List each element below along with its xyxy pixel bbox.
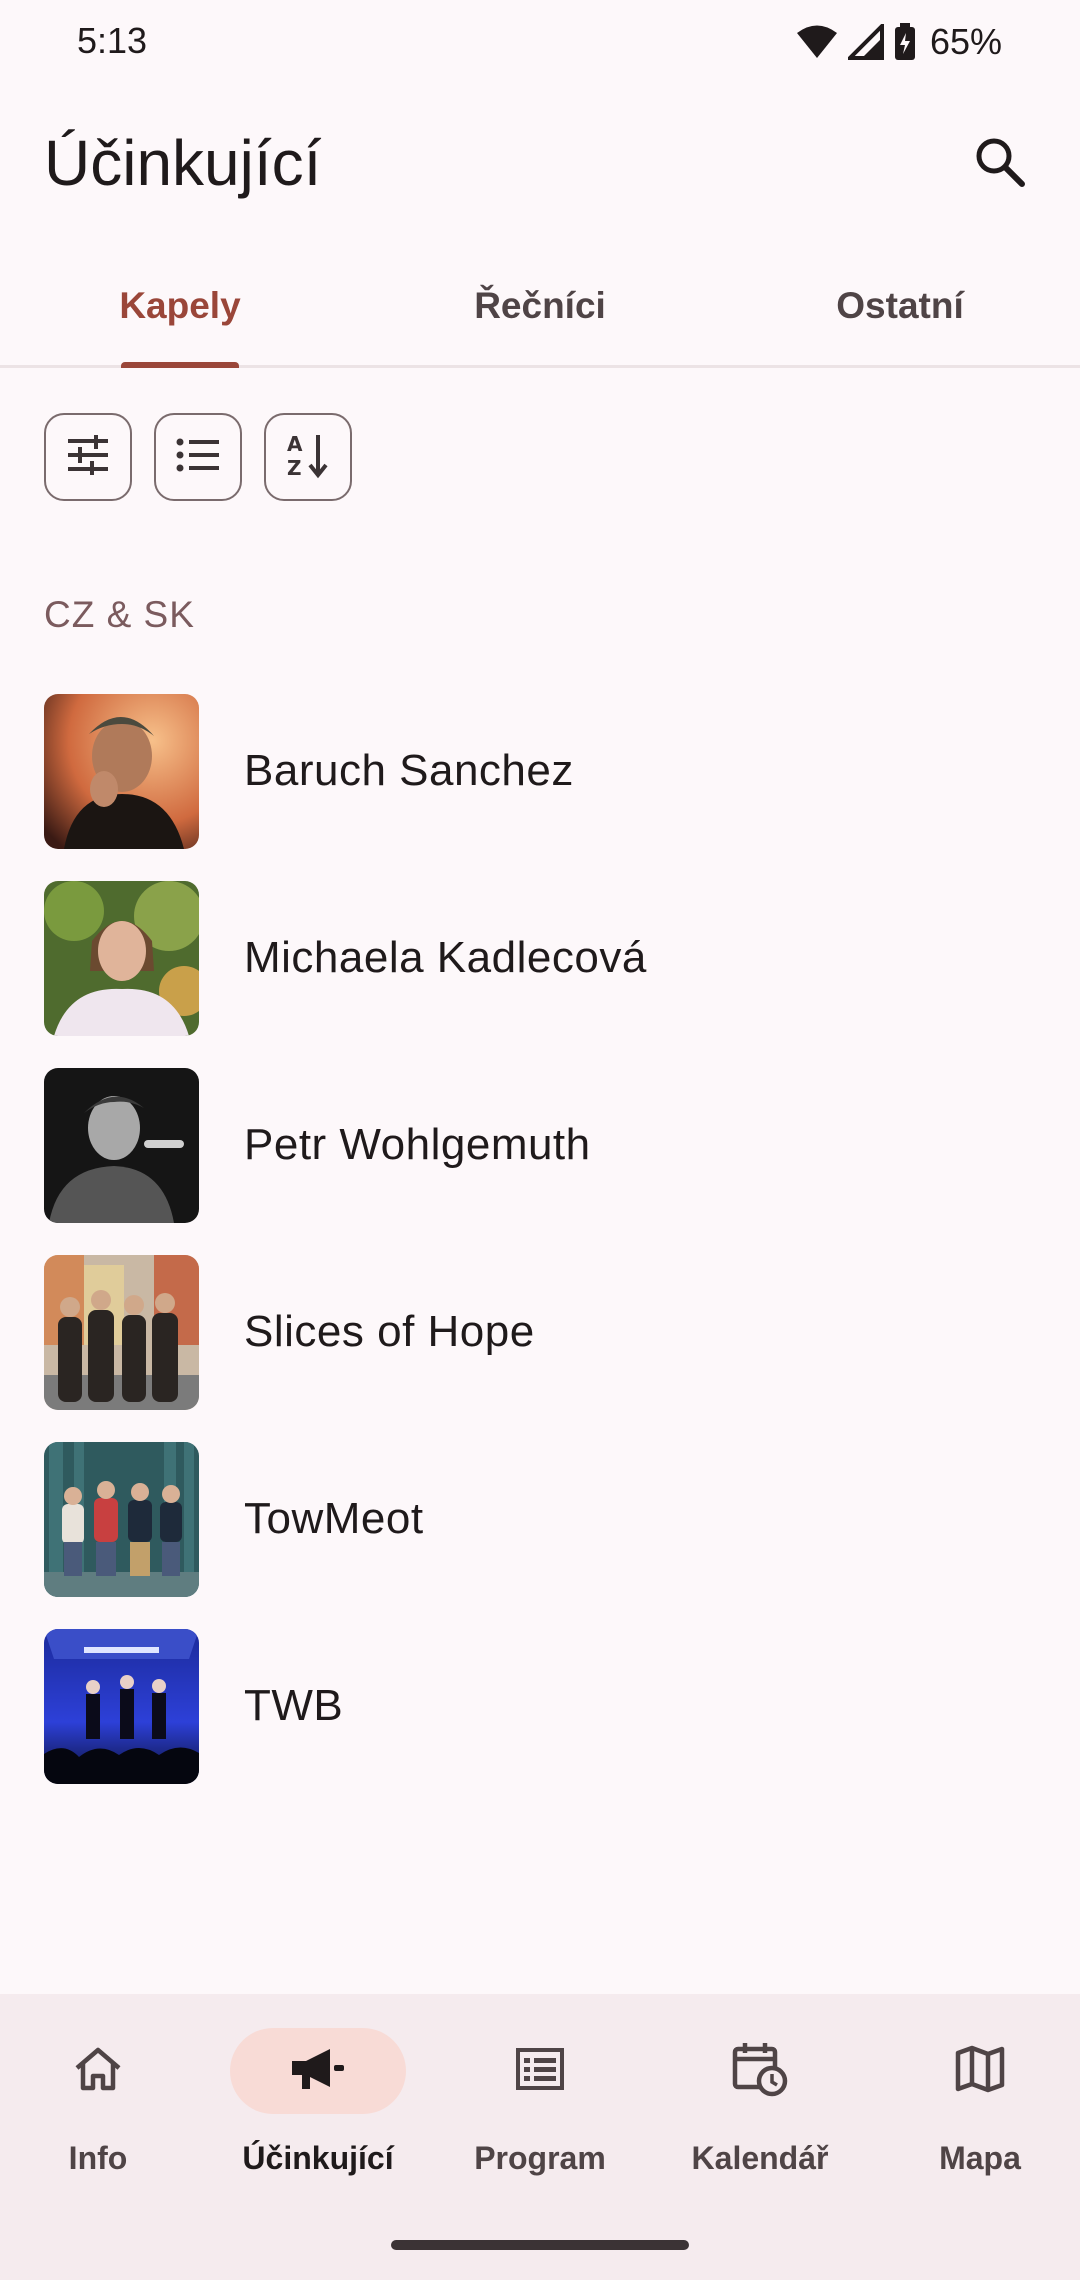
nav-label: Účinkující: [242, 2140, 394, 2176]
tune-icon: [66, 432, 110, 480]
nav-item-info[interactable]: Info: [0, 2028, 208, 2178]
nav-label: Program: [474, 2140, 606, 2176]
filter-button[interactable]: [44, 413, 132, 501]
tab-recnici[interactable]: Řečníci: [360, 244, 720, 368]
nav-item-ucinkujici[interactable]: Účinkující: [208, 2028, 428, 2178]
wifi-icon: [796, 24, 838, 60]
list-alt-icon: [516, 2047, 564, 2095]
nav-label: Kalendář: [691, 2140, 829, 2176]
sort-button[interactable]: A Z: [264, 413, 352, 501]
active-tab-indicator: [121, 362, 239, 368]
home-indicator[interactable]: [391, 2240, 689, 2250]
artist-photo: [44, 1068, 199, 1223]
status-time: 5:13: [77, 20, 148, 61]
artist-photo: [44, 1629, 199, 1784]
artist-name: Slices of Hope: [244, 1307, 535, 1356]
artist-list-item[interactable]: Baruch Sanchez: [0, 680, 1080, 867]
nav-pill: [230, 2028, 406, 2114]
search-icon: [974, 136, 1026, 193]
artist-photo: [44, 1255, 199, 1410]
artist-list-item[interactable]: Michaela Kadlecová: [0, 867, 1080, 1054]
tab-kapely[interactable]: Kapely: [0, 244, 360, 368]
nav-item-mapa[interactable]: Mapa: [870, 2028, 1080, 2178]
cell-signal-icon: [847, 24, 884, 60]
page-title: Účinkující: [44, 127, 322, 199]
list-view-button[interactable]: [154, 413, 242, 501]
artist-name: Michaela Kadlecová: [244, 933, 647, 982]
bottom-navigation: Info Účinkující Program Kalendář Mapa: [0, 1994, 1080, 2280]
artist-name: TWB: [244, 1681, 344, 1730]
artist-list: Baruch Sanchez Michaela Kadlecová Petr W…: [0, 680, 1080, 1802]
top-app-bar: Účinkující: [0, 100, 1080, 230]
nav-label: Info: [68, 2140, 128, 2176]
nav-item-program[interactable]: Program: [430, 2028, 650, 2178]
tab-ostatni[interactable]: Ostatní: [720, 244, 1080, 368]
calendar-clock-icon: [732, 2041, 788, 2102]
artist-list-item[interactable]: Petr Wohlgemuth: [0, 1054, 1080, 1241]
artist-name: TowMeot: [244, 1494, 424, 1543]
nav-item-kalendar[interactable]: Kalendář: [650, 2028, 870, 2178]
megaphone-icon: [290, 2047, 346, 2096]
category-tabs: Kapely Řečníci Ostatní: [0, 244, 1080, 368]
sort-az-icon: A Z: [286, 431, 330, 484]
app-screen: 5:13 65% Účinkující Kapely Řečníci Ostat…: [0, 0, 1080, 2280]
section-header: CZ & SK: [44, 594, 195, 635]
artist-list-item[interactable]: Slices of Hope: [0, 1241, 1080, 1428]
nav-pill: [452, 2028, 628, 2114]
map-icon: [955, 2045, 1005, 2098]
artist-name: Baruch Sanchez: [244, 746, 574, 795]
status-bar: 5:13 65%: [0, 0, 1080, 84]
home-icon: [73, 2046, 123, 2097]
artist-photo: [44, 694, 199, 849]
list-icon: [176, 437, 220, 478]
artist-name: Petr Wohlgemuth: [244, 1120, 591, 1169]
svg-text:A: A: [287, 432, 303, 456]
artist-list-item[interactable]: TWB: [0, 1615, 1080, 1802]
artist-list-item[interactable]: TowMeot: [0, 1428, 1080, 1615]
artist-photo: [44, 881, 199, 1036]
search-button[interactable]: [960, 124, 1040, 204]
battery-icon: [894, 23, 916, 61]
status-icons: 65%: [796, 20, 1002, 64]
nav-pill: [892, 2028, 1068, 2114]
battery-percentage: 65%: [929, 21, 1002, 62]
nav-pill: [672, 2028, 848, 2114]
svg-text:Z: Z: [287, 456, 302, 479]
artist-photo: [44, 1442, 199, 1597]
nav-pill: [10, 2028, 186, 2114]
nav-label: Mapa: [939, 2140, 1021, 2176]
filter-toolbar: A Z: [44, 413, 352, 501]
